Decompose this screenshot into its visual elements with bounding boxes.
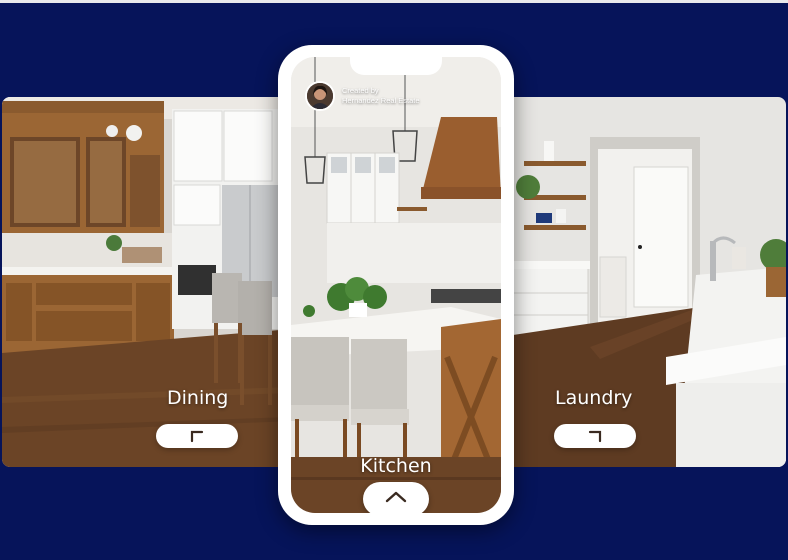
chevron-up-icon xyxy=(384,490,408,509)
kitchen-photo xyxy=(291,57,501,513)
phone-mockup: Created by Hernandez Real Estate Kitchen xyxy=(278,45,514,525)
dining-room-photo xyxy=(2,97,292,467)
creator-name: Hernandez Real Estate xyxy=(342,96,420,105)
creator-line-1: Created by xyxy=(342,86,379,95)
nav-button-dining[interactable] xyxy=(156,424,238,448)
room-label-laundry: Laundry xyxy=(555,387,633,409)
room-preview-laundry[interactable]: Laundry xyxy=(500,97,786,467)
room-label-kitchen: Kitchen xyxy=(360,455,432,477)
arrow-up-left-icon xyxy=(188,429,206,443)
avatar xyxy=(305,81,335,111)
phone-notch xyxy=(350,57,442,75)
virtual-tour-stage: Dining Laundry Created by Hernandez Real… xyxy=(0,3,788,560)
room-label-dining: Dining xyxy=(167,387,229,409)
phone-screen: Created by Hernandez Real Estate Kitchen xyxy=(291,57,501,513)
creator-badge: Created by Hernandez Real Estate xyxy=(305,81,420,111)
room-preview-dining[interactable]: Dining xyxy=(2,97,292,467)
nav-button-laundry[interactable] xyxy=(554,424,636,448)
arrow-up-right-icon xyxy=(586,429,604,443)
nav-button-kitchen[interactable] xyxy=(363,482,429,513)
laundry-room-photo xyxy=(500,97,786,467)
